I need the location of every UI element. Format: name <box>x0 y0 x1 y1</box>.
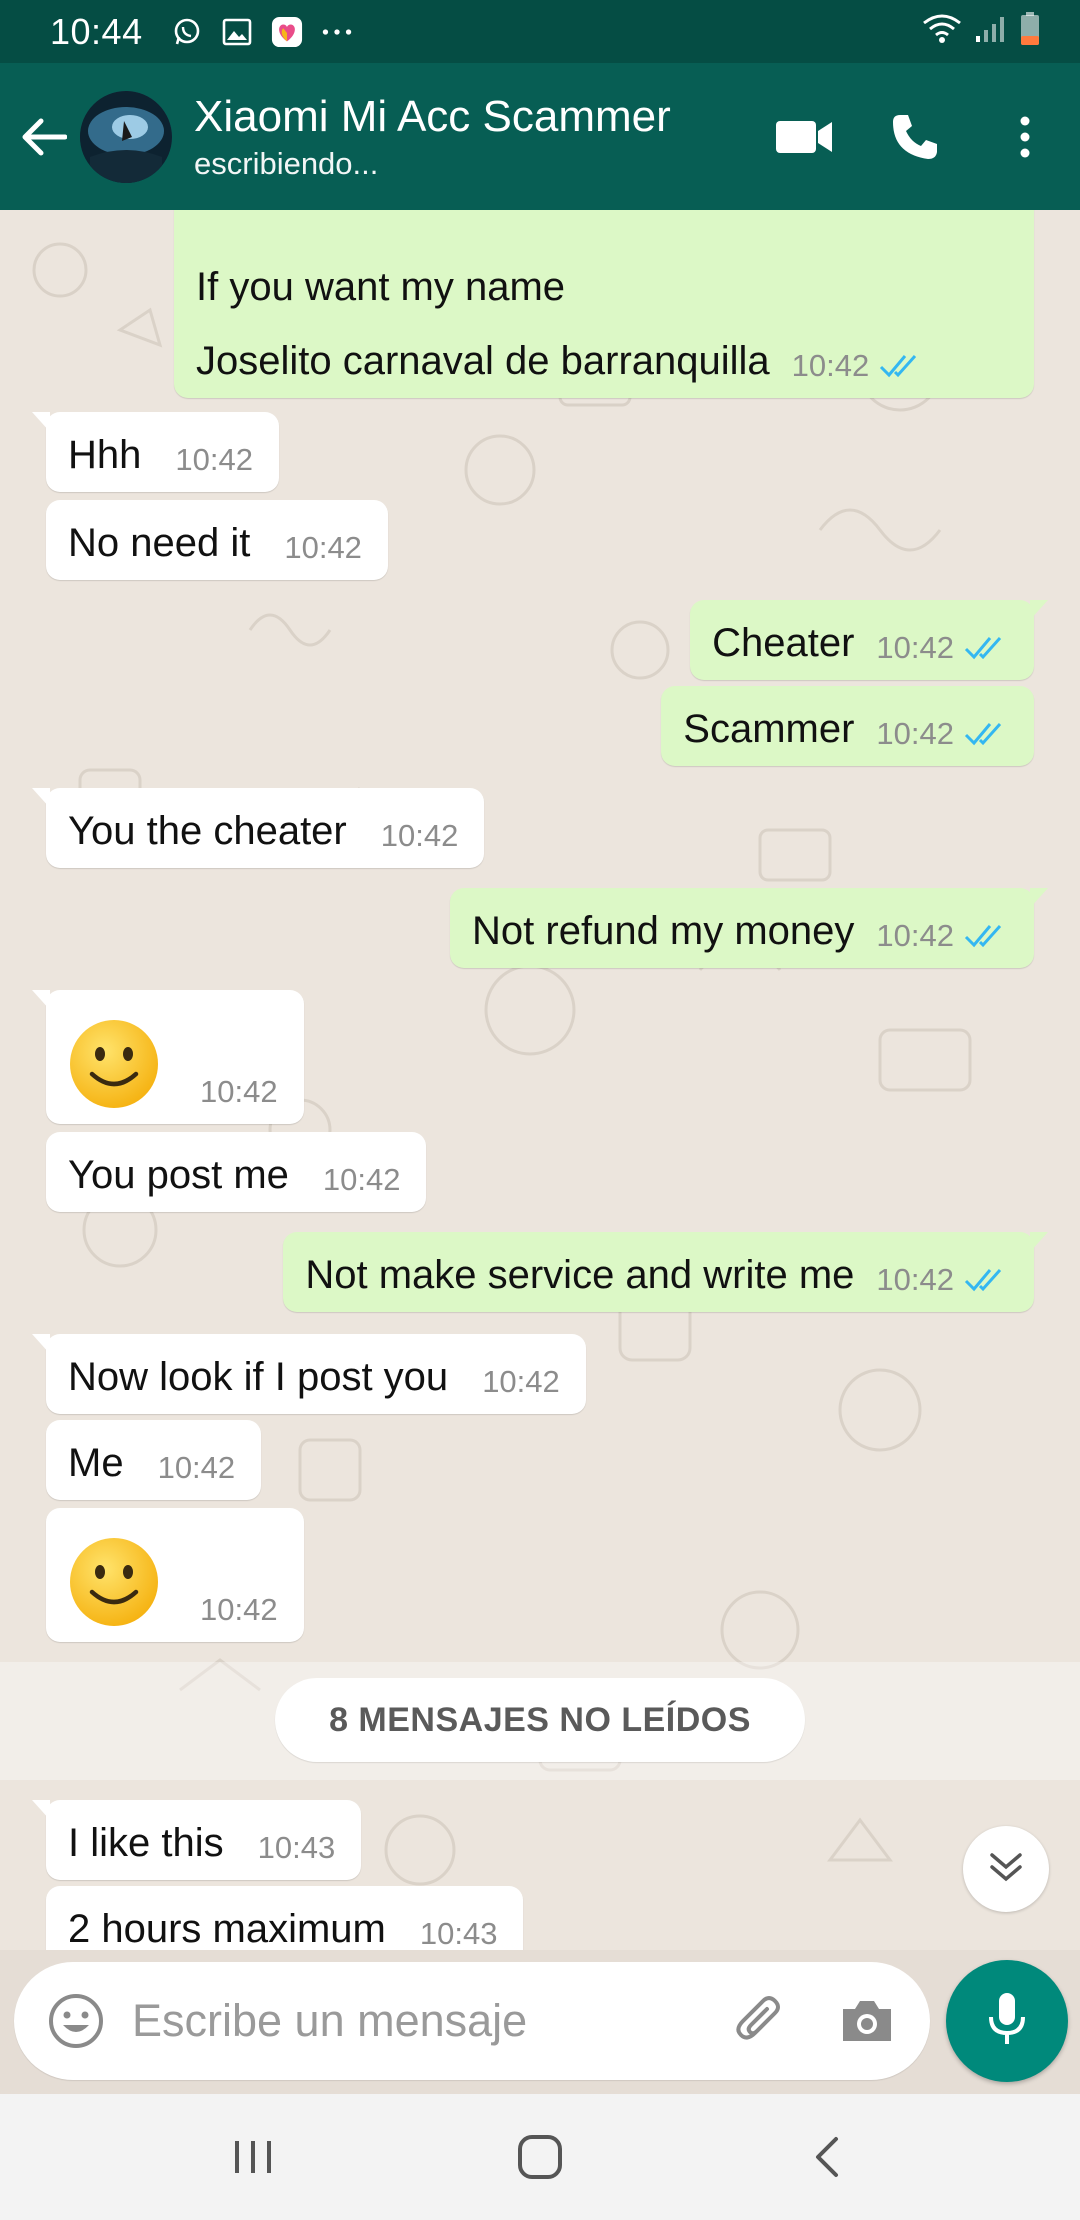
message-time: 10:42 <box>157 1450 236 1485</box>
message-time: 10:42 <box>876 918 954 953</box>
message-time: 10:42 <box>876 1262 954 1297</box>
message-time: 10:43 <box>257 1830 336 1865</box>
system-navigation-bar <box>0 2094 1080 2220</box>
read-receipt-icon <box>964 1266 1008 1294</box>
wifi-icon <box>922 13 962 50</box>
whatsapp-icon <box>171 16 203 48</box>
slightly-smiling-face-emoji <box>68 1018 160 1110</box>
message-text: You post me <box>68 1153 289 1197</box>
recent-apps-icon[interactable] <box>193 2097 313 2217</box>
likee-icon <box>271 16 303 48</box>
attach-icon[interactable] <box>720 1980 802 2062</box>
read-receipt-icon <box>964 922 1008 950</box>
signal-icon <box>974 14 1008 49</box>
slightly-smiling-face-emoji <box>68 1536 160 1628</box>
message-text: No need it <box>68 521 251 565</box>
message-time: 10:42 <box>200 1074 278 1109</box>
incoming-message[interactable]: You post me 10:42 <box>46 1132 427 1212</box>
typing-status: escribiendo... <box>194 145 379 181</box>
message-time: 10:42 <box>380 818 459 853</box>
read-receipt-icon <box>964 634 1008 662</box>
back-arrow-icon[interactable] <box>8 63 80 210</box>
message-text: You the cheater <box>68 809 347 853</box>
scroll-to-bottom-button[interactable] <box>963 1826 1049 1912</box>
incoming-message[interactable]: Now look if I post you 10:42 <box>32 1334 586 1414</box>
message-text: 2 hours maximum <box>68 1907 386 1950</box>
outgoing-message[interactable]: If you want my name Joselito carnaval de… <box>174 210 1034 398</box>
gallery-icon <box>221 16 253 48</box>
message-time: 10:42 <box>791 348 870 383</box>
camera-icon[interactable] <box>826 1980 908 2062</box>
mic-icon <box>987 1991 1027 2052</box>
outgoing-message[interactable]: Not make service and write me 10:42 <box>283 1232 1048 1312</box>
incoming-message[interactable]: No need it 10:42 <box>46 500 388 580</box>
voice-call-icon[interactable] <box>860 63 970 210</box>
message-time: 10:42 <box>876 630 954 665</box>
incoming-message[interactable]: 10:42 <box>46 1508 304 1642</box>
status-system-icons <box>922 12 1040 51</box>
status-bar: 10:44 <box>0 0 1080 63</box>
message-input[interactable]: Escribe un mensaje <box>132 1995 527 2047</box>
incoming-message[interactable]: You the cheater 10:42 <box>31 788 485 868</box>
message-time: 10:42 <box>200 1592 278 1627</box>
status-notification-icons <box>171 16 353 48</box>
message-text: Joselito carnaval de barranquilla <box>196 339 770 383</box>
message-text: If you want my name <box>196 265 566 309</box>
message-text: Not make service and write me <box>305 1253 855 1297</box>
avatar[interactable] <box>80 90 172 183</box>
message-time: 10:43 <box>419 1916 498 1950</box>
message-text: Cheater <box>712 621 855 665</box>
read-receipt-icon <box>879 352 923 380</box>
message-composer: Escribe un mensaje <box>14 1962 930 2080</box>
outgoing-message[interactable]: Not refund my money 10:42 <box>450 888 1048 968</box>
battery-icon <box>1020 12 1040 51</box>
message-text: Hhh <box>68 433 142 477</box>
message-time: 10:42 <box>482 1364 560 1399</box>
incoming-message[interactable]: 10:42 <box>32 990 304 1124</box>
unread-messages-label: 8 MENSAJES NO LEÍDOS <box>275 1678 805 1762</box>
outgoing-message[interactable]: Scammer 10:42 <box>661 686 1034 766</box>
video-call-icon[interactable] <box>750 63 860 210</box>
status-time: 10:44 <box>50 10 143 52</box>
message-time: 10:42 <box>175 442 253 477</box>
incoming-message[interactable]: I like this 10:43 <box>31 1800 362 1880</box>
more-dots-icon <box>321 16 353 48</box>
voice-message-button[interactable] <box>946 1960 1068 2082</box>
contact-info[interactable]: Xiaomi Mi Acc Scammer escribiendo... <box>194 90 671 184</box>
incoming-message[interactable]: 2 hours maximum 10:43 <box>46 1886 524 1950</box>
message-time: 10:42 <box>284 530 362 565</box>
message-text: Scammer <box>683 707 855 751</box>
message-text: Now look if I post you <box>68 1355 449 1399</box>
double-chevron-down-icon <box>988 1851 1024 1888</box>
contact-name: Xiaomi Mi Acc Scammer <box>194 91 671 141</box>
message-text: I like this <box>68 1821 224 1865</box>
home-icon[interactable] <box>480 2097 600 2217</box>
incoming-message[interactable]: Hhh 10:42 <box>32 412 279 492</box>
message-list[interactable]: If you want my name Joselito carnaval de… <box>0 210 1080 1950</box>
message-time: 10:42 <box>876 716 954 751</box>
incoming-message[interactable]: Me 10:42 <box>46 1420 262 1500</box>
read-receipt-icon <box>964 720 1008 748</box>
message-text: Me <box>68 1441 124 1485</box>
back-icon[interactable] <box>767 2097 887 2217</box>
emoji-icon[interactable] <box>26 1962 126 2080</box>
message-time: 10:42 <box>322 1162 401 1197</box>
chat-header: Xiaomi Mi Acc Scammer escribiendo... <box>0 63 1080 210</box>
overflow-menu-icon[interactable] <box>970 63 1080 210</box>
message-text: Not refund my money <box>472 909 855 953</box>
outgoing-message[interactable]: Cheater 10:42 <box>690 600 1048 680</box>
